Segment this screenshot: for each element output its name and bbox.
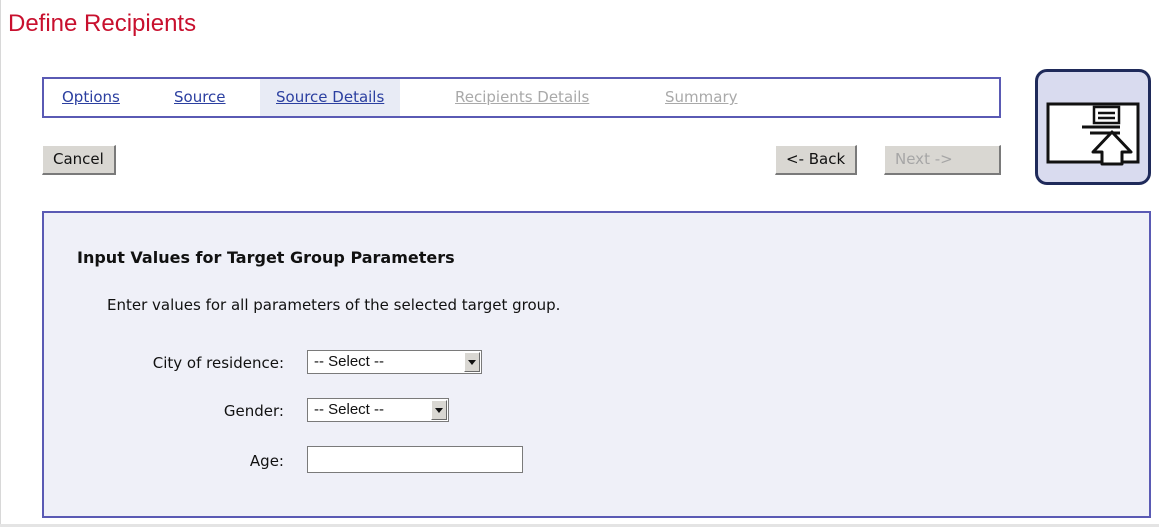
step-summary: Summary (665, 88, 738, 106)
city-label: City of residence: (152, 354, 284, 372)
gender-label: Gender: (223, 402, 284, 420)
wizard-icon-frame (1035, 69, 1151, 185)
chevron-down-icon[interactable] (431, 400, 447, 420)
next-button: Next -> (884, 145, 1001, 175)
form-panel: Input Values for Target Group Parameters… (42, 211, 1151, 518)
city-select-value: -- Select -- (314, 353, 385, 370)
age-input[interactable] (307, 446, 523, 473)
back-button[interactable]: <- Back (775, 145, 858, 175)
page-title: Define Recipients (8, 10, 197, 37)
gender-select[interactable]: -- Select -- (307, 398, 449, 422)
step-source[interactable]: Source (174, 79, 226, 116)
form-description: Enter values for all parameters of the s… (107, 296, 561, 314)
wizard-steps-bar: Options Source Source Details Recipients… (42, 77, 1001, 118)
gender-select-value: -- Select -- (314, 401, 385, 418)
city-select[interactable]: -- Select -- (307, 350, 482, 374)
monitor-upload-icon (1046, 102, 1140, 166)
form-heading: Input Values for Target Group Parameters (77, 248, 455, 267)
cancel-button[interactable]: Cancel (42, 145, 116, 175)
age-label: Age: (249, 452, 284, 470)
chevron-down-icon[interactable] (464, 352, 480, 372)
step-options[interactable]: Options (62, 79, 120, 116)
page-left-border (0, 0, 1, 527)
step-source-details[interactable]: Source Details (260, 79, 401, 116)
step-recipients-details: Recipients Details (455, 88, 590, 106)
